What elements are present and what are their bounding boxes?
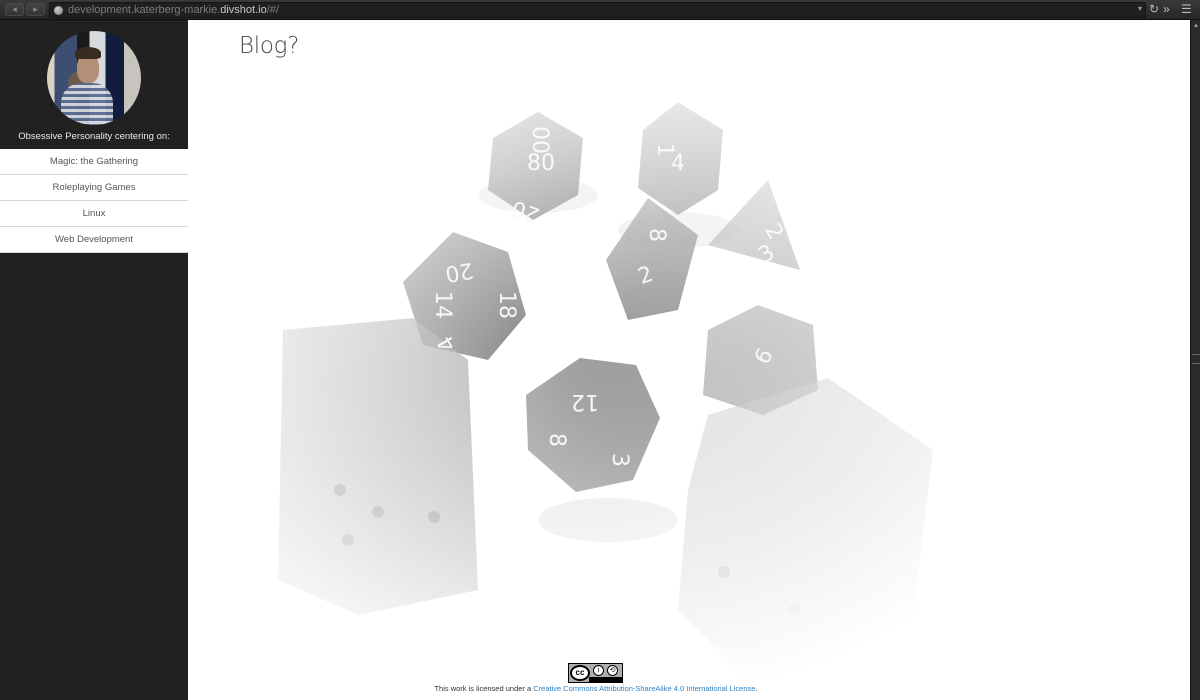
cc-license-badge[interactable]: cc i ⟲ <box>568 663 623 683</box>
globe-icon <box>54 6 63 15</box>
back-icon[interactable]: ◂ <box>5 3 24 16</box>
address-bar[interactable]: development.katerberg-markie.divshot.io/… <box>49 2 1146 18</box>
sharealike-icon: ⟲ <box>607 665 618 676</box>
reload-icon[interactable]: ↻ <box>1149 2 1159 16</box>
sidebar-item-magic[interactable]: Magic: the Gathering <box>0 149 188 175</box>
main-content: 00 80 20 4 2 8 2 3 1 20 14 18 4 12 8 3 6… <box>188 20 1190 700</box>
sidebar: Obsessive Personality centering on: Magi… <box>0 20 188 700</box>
url-text: development.katerberg-markie.divshot.io/… <box>68 4 279 16</box>
license-text: This work is licensed under a Creative C… <box>434 684 758 693</box>
attribution-icon: i <box>593 665 604 676</box>
sidebar-tagline: Obsessive Personality centering on: <box>18 131 170 142</box>
page-title: Blog? <box>239 33 300 59</box>
vertical-scrollbar[interactable]: ▴ <box>1190 20 1200 700</box>
license-link[interactable]: Creative Commons Attribution-ShareAlike … <box>533 684 755 693</box>
menu-icon[interactable]: ☰ <box>1181 2 1192 16</box>
sidebar-menu: Magic: the Gathering Roleplaying Games L… <box>0 149 188 253</box>
fade-overlay <box>188 20 1190 700</box>
dropdown-icon[interactable]: ▾ <box>1138 4 1142 13</box>
forward-icon[interactable]: ▸ <box>26 3 45 16</box>
scroll-up-icon[interactable]: ▴ <box>1192 22 1200 30</box>
overflow-icon[interactable]: » <box>1163 2 1170 16</box>
sidebar-item-web-development[interactable]: Web Development <box>0 227 188 253</box>
scrollbar-grip[interactable] <box>1192 354 1200 364</box>
avatar <box>47 31 141 125</box>
browser-toolbar: ◂ ▸ development.katerberg-markie.divshot… <box>0 0 1200 20</box>
cc-icon: cc <box>570 665 590 681</box>
sidebar-item-linux[interactable]: Linux <box>0 201 188 227</box>
sidebar-item-roleplaying[interactable]: Roleplaying Games <box>0 175 188 201</box>
